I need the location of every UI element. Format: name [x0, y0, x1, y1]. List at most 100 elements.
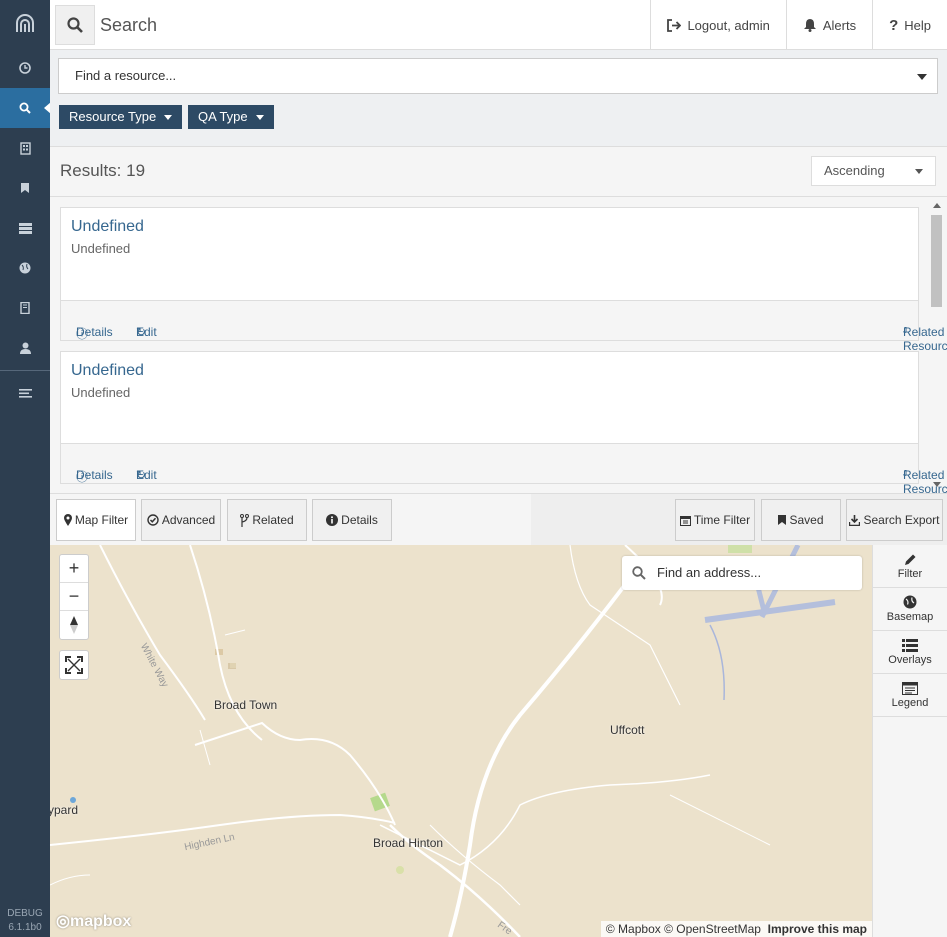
- nav-profile[interactable]: [0, 328, 50, 368]
- details-label: Details: [76, 468, 113, 482]
- sidebar: DEBUG 6.1.1b0: [0, 0, 51, 937]
- tab-details-label: Details: [341, 513, 378, 527]
- scroll-up-icon[interactable]: [933, 203, 941, 208]
- nav-book[interactable]: [0, 288, 50, 328]
- debug-info: DEBUG 6.1.1b0: [0, 907, 50, 935]
- sidebar-divider: [0, 370, 50, 371]
- question-icon: ?: [889, 16, 899, 34]
- edit-label: Edit: [136, 468, 157, 482]
- alerts-button[interactable]: Alerts: [785, 0, 872, 50]
- compass-button[interactable]: [60, 611, 88, 639]
- place-label: Broad Hinton: [373, 836, 444, 850]
- tab-saved-label: Saved: [789, 513, 824, 527]
- fullscreen-button[interactable]: [60, 651, 88, 679]
- nav-building[interactable]: [0, 128, 50, 168]
- sort-order-select[interactable]: Ascending: [811, 156, 936, 186]
- scrollbar-thumb[interactable]: [931, 215, 942, 307]
- tab-time-filter[interactable]: Time Filter: [675, 499, 755, 541]
- map-tool-basemap[interactable]: Basemap: [873, 588, 947, 631]
- user-icon: [19, 342, 31, 354]
- map-attribution: © Mapbox © OpenStreetMap Improve this ma…: [600, 921, 872, 937]
- map-tool-filter[interactable]: Filter: [873, 545, 947, 588]
- mapbox-logo-icon: ◎: [56, 913, 70, 930]
- address-search-input[interactable]: Find an address...: [622, 556, 862, 590]
- search-icon: [19, 102, 31, 114]
- legend-icon: [902, 681, 918, 695]
- place-label: Uffcott: [610, 723, 645, 737]
- results-scrollbar[interactable]: [929, 197, 944, 493]
- pencil-icon: [904, 554, 915, 565]
- result-name-link[interactable]: Undefined: [71, 218, 144, 236]
- resource-search-input[interactable]: Find a resource...: [58, 58, 938, 94]
- page-title: Search: [100, 15, 158, 35]
- search-button[interactable]: [55, 5, 95, 45]
- map-marker-icon: [63, 514, 72, 526]
- tab-advanced[interactable]: Advanced: [141, 499, 221, 541]
- resource-search-placeholder: Find a resource...: [75, 68, 177, 83]
- nav-toggle-menu[interactable]: [0, 373, 50, 413]
- edit-label: Edit: [136, 325, 157, 339]
- map-tool-label: Basemap: [886, 611, 934, 623]
- zoom-in-button[interactable]: +: [60, 555, 88, 583]
- resource-type-label: Resource Type: [69, 109, 157, 124]
- result-card: Undefined Undefined ⓘ Details ↻ Edit ᴶ Re…: [60, 351, 947, 493]
- qa-type-filter[interactable]: QA Type: [188, 105, 274, 129]
- globe-icon: [19, 262, 31, 274]
- mapbox-logo[interactable]: ◎mapbox: [56, 911, 131, 931]
- resource-type-filter[interactable]: Resource Type: [59, 105, 183, 129]
- results-header: Results: 19 Ascending: [50, 147, 947, 197]
- improve-map-link[interactable]: Improve this map: [768, 922, 867, 936]
- caret-down-icon: [164, 115, 173, 121]
- tab-related[interactable]: Related: [227, 499, 307, 541]
- nav-bookmarks[interactable]: [0, 168, 50, 208]
- clock-icon: [19, 62, 31, 74]
- nav-search[interactable]: [0, 88, 51, 128]
- branch-icon: [240, 513, 250, 527]
- mapbox-logo-text: mapbox: [69, 913, 132, 930]
- caret-down-icon: [255, 115, 264, 121]
- qa-type-label: QA Type: [198, 109, 248, 124]
- result-name-link[interactable]: Undefined: [71, 362, 144, 380]
- tab-map-filter[interactable]: Map Filter: [56, 499, 136, 541]
- building-icon: [19, 141, 31, 155]
- attribution-text[interactable]: © Mapbox © OpenStreetMap: [606, 922, 761, 936]
- search-panel: Find a resource... Resource Type QA Type: [50, 50, 947, 147]
- tab-map-filter-label: Map Filter: [74, 513, 129, 527]
- version-label: 6.1.1b0: [8, 922, 42, 933]
- logout-button[interactable]: Logout, admin: [650, 0, 785, 50]
- stack-icon: [18, 222, 32, 234]
- search-tabs-bar: Map Filter Advanced Related Details Time…: [50, 493, 947, 545]
- tab-search-export[interactable]: Search Export: [846, 499, 943, 541]
- help-button[interactable]: ? Help: [872, 0, 947, 50]
- app-logo[interactable]: [0, 0, 50, 48]
- menu-icon: [18, 388, 32, 398]
- result-card: Undefined Undefined ⓘ Details ↻ Edit ᴶ Re…: [60, 207, 947, 353]
- results-count: Results: 19: [60, 161, 146, 180]
- download-icon: [849, 514, 861, 526]
- zoom-out-button[interactable]: −: [60, 583, 88, 611]
- logout-label: Logout, admin: [687, 17, 770, 33]
- map-tool-overlays[interactable]: Overlays: [873, 631, 947, 674]
- tab-advanced-label: Advanced: [161, 513, 216, 527]
- search-icon: [67, 17, 83, 33]
- result-type: Undefined: [71, 385, 131, 400]
- search-icon: [632, 566, 646, 580]
- result-card-footer: ⓘ Details ↻Edit ᴶ Related Resources: [61, 443, 947, 493]
- map-tool-label: Legend: [891, 696, 929, 709]
- tab-details[interactable]: Details: [312, 499, 392, 541]
- scroll-down-icon[interactable]: [933, 482, 941, 487]
- bookmark-icon: [21, 183, 29, 193]
- tab-saved[interactable]: Saved: [761, 499, 841, 541]
- map-tools-panel: Filter Basemap Overlays Legend: [872, 545, 947, 937]
- nav-stack[interactable]: [0, 208, 50, 248]
- nav-globe[interactable]: [0, 248, 50, 288]
- map-view[interactable]: + − Find an address... Broad Town Uffcot…: [50, 545, 872, 937]
- sort-order-value: Ascending: [824, 163, 885, 178]
- check-circle-icon: [147, 514, 159, 526]
- debug-label: DEBUG: [7, 908, 43, 919]
- logout-icon: [667, 18, 682, 32]
- nav-recent[interactable]: [0, 48, 50, 88]
- fullscreen-control: [59, 650, 89, 680]
- place-label: ypard: [50, 803, 79, 817]
- map-tool-legend[interactable]: Legend: [873, 674, 947, 717]
